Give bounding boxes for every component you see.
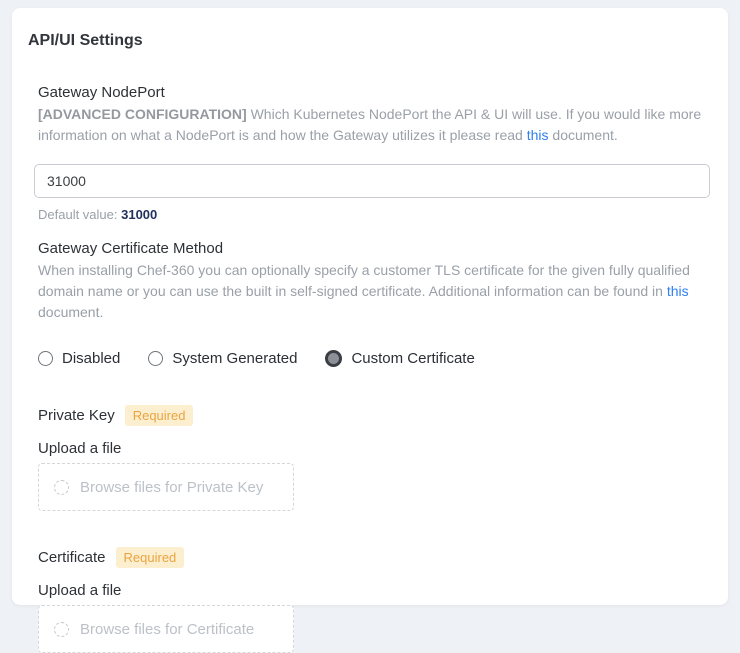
certificate-required-badge: Required bbox=[116, 547, 185, 568]
certificate-label: Certificate bbox=[38, 549, 106, 567]
private-key-label: Private Key bbox=[38, 407, 115, 425]
gateway-nodeport-input[interactable] bbox=[34, 164, 710, 198]
certificate-method-label: Gateway Certificate Method bbox=[38, 240, 708, 258]
gateway-nodeport-label: Gateway NodePort bbox=[38, 84, 708, 102]
radio-system-generated-label: System Generated bbox=[172, 350, 297, 367]
private-key-required-badge: Required bbox=[125, 405, 194, 426]
default-value-line: Default value: 31000 bbox=[38, 207, 708, 222]
description-text: When installing Chef-360 you can optiona… bbox=[38, 262, 690, 299]
description-text-suffix: document. bbox=[549, 127, 618, 143]
nodeport-doc-link[interactable]: this bbox=[527, 127, 549, 143]
default-value-label: Default value: bbox=[38, 207, 121, 222]
certificate-doc-link[interactable]: this bbox=[667, 283, 689, 299]
radio-system-generated-icon[interactable] bbox=[148, 351, 163, 366]
radio-custom-certificate-label: Custom Certificate bbox=[351, 350, 474, 367]
radio-custom-certificate-icon[interactable] bbox=[325, 350, 342, 367]
certificate-method-radio-group: Disabled System Generated Custom Certifi… bbox=[38, 350, 708, 367]
gateway-nodeport-description: [ADVANCED CONFIGURATION] Which Kubernete… bbox=[38, 104, 708, 146]
private-key-browse-text: Browse files for Private Key bbox=[80, 479, 263, 496]
certificate-method-field: Gateway Certificate Method When installi… bbox=[38, 240, 708, 367]
certificate-browse-button[interactable]: Browse files for Certificate bbox=[38, 605, 294, 653]
certificate-method-description: When installing Chef-360 you can optiona… bbox=[38, 260, 708, 323]
certificate-browse-text: Browse files for Certificate bbox=[80, 621, 254, 638]
default-value-number: 31000 bbox=[121, 207, 157, 222]
api-ui-settings-card: API/UI Settings Gateway NodePort [ADVANC… bbox=[12, 8, 728, 605]
spinner-icon bbox=[54, 622, 69, 637]
gateway-nodeport-field: Gateway NodePort [ADVANCED CONFIGURATION… bbox=[38, 84, 708, 222]
page-title: API/UI Settings bbox=[28, 32, 708, 50]
radio-disabled-label: Disabled bbox=[62, 350, 120, 367]
radio-option-custom-certificate[interactable]: Custom Certificate bbox=[325, 350, 474, 367]
radio-option-system-generated[interactable]: System Generated bbox=[148, 350, 297, 367]
description-text-suffix: document. bbox=[38, 304, 103, 320]
certificate-field: Certificate Required Upload a file Brows… bbox=[38, 547, 708, 653]
certificate-upload-label: Upload a file bbox=[38, 582, 708, 599]
advanced-configuration-text: [ADVANCED CONFIGURATION] bbox=[38, 106, 247, 122]
radio-disabled-icon[interactable] bbox=[38, 351, 53, 366]
radio-option-disabled[interactable]: Disabled bbox=[38, 350, 120, 367]
private-key-field: Private Key Required Upload a file Brows… bbox=[38, 405, 708, 511]
spinner-icon bbox=[54, 480, 69, 495]
private-key-upload-label: Upload a file bbox=[38, 440, 708, 457]
private-key-browse-button[interactable]: Browse files for Private Key bbox=[38, 463, 294, 511]
